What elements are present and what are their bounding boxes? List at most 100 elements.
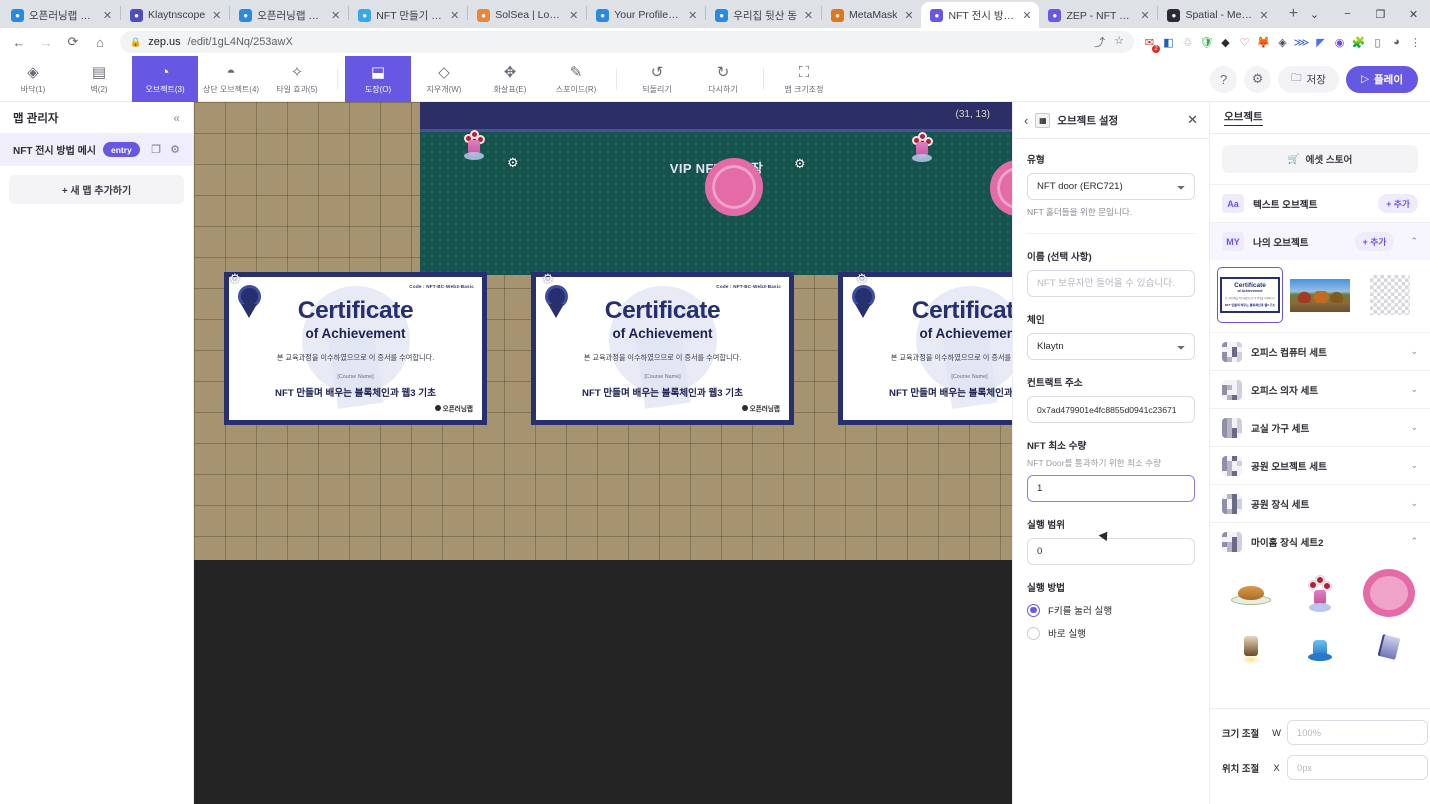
chevron-down-icon[interactable]: ⌄ — [1410, 460, 1418, 471]
asset-store-button[interactable]: 🛒 에셋 스토어 — [1222, 145, 1418, 173]
radio-immediate[interactable] — [1027, 627, 1040, 640]
method-option-fkey[interactable]: F키를 눌러 실행 — [1027, 603, 1195, 617]
tab-search-button[interactable]: ⌄ — [1298, 0, 1331, 28]
tab-close-icon[interactable]: ✕ — [1257, 9, 1270, 22]
chevron-down-icon[interactable]: ⌄ — [1410, 346, 1418, 357]
close-window-button[interactable]: ✕ — [1397, 0, 1430, 28]
recycle-extension-icon[interactable]: ♲ — [1179, 34, 1196, 51]
klaytn-extension-icon[interactable]: ◈ — [1274, 34, 1291, 51]
chevron-double-left-icon[interactable]: « — [173, 111, 180, 125]
tool-eraser[interactable]: ◇ 지우개(W) — [411, 56, 477, 102]
minimize-button[interactable]: − — [1331, 0, 1364, 28]
type-select[interactable]: NFT door (ERC721) — [1027, 173, 1195, 200]
metamask-extension-icon[interactable]: 🦊 — [1255, 34, 1272, 51]
range-input[interactable] — [1027, 538, 1195, 565]
transparent-checker-thumbnail[interactable] — [1357, 267, 1423, 323]
tool-wall-brick[interactable]: ▤ 벽(2) — [66, 56, 132, 102]
tool-stamp[interactable]: ⬓ 도장(O) — [345, 56, 411, 102]
puzzle-extensions-icon[interactable]: 🧩 — [1350, 34, 1367, 51]
tool-object[interactable]: ◔ 오브젝트(3) — [132, 56, 198, 102]
home-button[interactable]: ⌂ — [87, 29, 113, 55]
candle-object[interactable] — [1218, 622, 1283, 672]
tab-close-icon[interactable]: ✕ — [329, 9, 342, 22]
tab-close-icon[interactable]: ✕ — [1138, 9, 1151, 22]
tool-undo[interactable]: ↺ 되돌리기 — [624, 56, 690, 102]
chevron-down-icon[interactable]: ⌄ — [1410, 422, 1418, 433]
tab-close-icon[interactable]: ✕ — [686, 9, 699, 22]
map-canvas[interactable]: VIP NFT 전시장 ⚙ — [194, 102, 1012, 804]
chevron-up-icon[interactable]: ⌃ — [1410, 236, 1418, 247]
close-icon[interactable]: ✕ — [1187, 112, 1198, 128]
tool-tile-effect-sparkle[interactable]: ✧ 타일 효과(5) — [264, 56, 330, 102]
cursor-extension-icon[interactable]: ◤ — [1312, 34, 1329, 51]
chevron-left-icon[interactable]: ‹ — [1024, 113, 1028, 128]
chevron-up-icon[interactable]: ⌃ — [1410, 536, 1418, 547]
text-object-row[interactable]: Aa 텍스트 오브젝트 + 추가 — [1210, 184, 1430, 222]
play-button[interactable]: ▷ 플레이 — [1346, 66, 1418, 93]
browser-tab[interactable]: ● Spatial - Metav ✕ — [1158, 2, 1276, 28]
browser-tab-active[interactable]: ● NFT 전시 방법 (✕ — [921, 2, 1039, 28]
chain-select[interactable]: Klaytn — [1027, 333, 1195, 360]
back-button[interactable]: ← — [6, 29, 32, 55]
object-category-row[interactable]: 오피스 컴퓨터 세트 ⌄ — [1210, 332, 1430, 370]
object-category-row[interactable]: 공원 장식 세트 ⌄ — [1210, 484, 1430, 522]
browser-tab[interactable]: ● NFT 만들기 수5 ✕ — [349, 2, 467, 28]
min-quantity-input[interactable] — [1027, 475, 1195, 502]
object-gear-marker[interactable]: ⚙ — [856, 272, 869, 285]
certificate-object[interactable]: Code : NFT-BC-Web3-BasicCertificateof Ac… — [224, 272, 487, 425]
flower-vase-placed-right[interactable] — [910, 132, 934, 162]
name-input[interactable] — [1027, 270, 1195, 297]
chrome-menu-icon[interactable]: ⋮ — [1407, 34, 1424, 51]
shield-extension-icon[interactable]: 🛡 — [1198, 34, 1215, 51]
password-manager-icon[interactable]: ◧ — [1160, 34, 1177, 51]
forward-button[interactable]: → — [33, 29, 59, 55]
text-object-add-button[interactable]: + 추가 — [1378, 194, 1418, 213]
browser-tab[interactable]: ● 우리집 뒷산 동 ✕ — [706, 2, 821, 28]
landscape-photo-thumbnail[interactable] — [1287, 267, 1353, 323]
profile-avatar-icon[interactable]: ◕ — [1388, 34, 1405, 51]
gear-icon[interactable]: ⚙ — [1244, 66, 1271, 93]
mail-extension-icon[interactable]: ✉ 2 — [1141, 34, 1158, 51]
object-category-row[interactable]: 교실 가구 세트 ⌄ — [1210, 408, 1430, 446]
map-list-item[interactable]: NFT 전시 방법 메시 entry ❐ ⚙ — [0, 133, 193, 166]
object-gear-marker[interactable]: ⚙ — [229, 272, 242, 285]
my-object-row[interactable]: MY 나의 오브젝트 + 추가 ⌃ — [1210, 222, 1430, 260]
share-icon[interactable]: ⤴ — [1094, 34, 1105, 50]
tool-layers[interactable]: ◈ 바닥(1) — [0, 56, 66, 102]
object-gear-marker[interactable]: ⚙ — [794, 157, 807, 170]
certificate-object[interactable]: Code : NFT-BC-Web3-BasicCertificateof Ac… — [531, 272, 794, 425]
smiley-extension-icon[interactable]: ◉ — [1331, 34, 1348, 51]
star-icon[interactable]: ☆ — [1114, 34, 1124, 50]
tool-map-resize[interactable]: ⛶ 맵 크기조정 — [771, 56, 837, 102]
tab-close-icon[interactable]: ✕ — [101, 9, 114, 22]
blue-vase-object[interactable] — [1287, 622, 1352, 672]
tab-close-icon[interactable]: ✕ — [1020, 9, 1033, 22]
object-library-scroll[interactable]: 🛒 에셋 스토어 Aa 텍스트 오브젝트 + 추가 MY 나의 오브젝트 + 추… — [1210, 134, 1430, 708]
book-object[interactable] — [1357, 622, 1422, 672]
copy-icon[interactable]: ❐ — [151, 143, 161, 156]
certificate-object[interactable]: Code : NFT-BC-Web3-BasicCertificateof Ac… — [838, 272, 1012, 425]
stream-extension-icon[interactable]: ⋙ — [1293, 34, 1310, 51]
address-bar[interactable]: 🔒 zep.us/edit/1gL4Nq/253awX ⤴ ☆ — [120, 31, 1134, 53]
tab-close-icon[interactable]: ✕ — [567, 9, 580, 22]
tool-eyedropper[interactable]: ✎ 스포이드(R) — [543, 56, 609, 102]
browser-tab[interactable]: ● Klaytnscope ✕ — [121, 2, 229, 28]
browser-tab[interactable]: ● ZEP - NFT 전시 ✕ — [1039, 2, 1157, 28]
diamond-extension-icon[interactable]: ◆ — [1217, 34, 1234, 51]
object-gear-marker[interactable]: ⚙ — [507, 156, 520, 169]
object-category-row[interactable]: 마이홈 장식 세트2 ⌃ — [1210, 522, 1430, 560]
tab-close-icon[interactable]: ✕ — [210, 9, 223, 22]
save-button[interactable]: 🗀 저장 — [1278, 66, 1339, 93]
pink-rug-left[interactable] — [705, 158, 763, 216]
tool-top-object[interactable]: ◓ 상단 오브젝트(4) — [198, 56, 264, 102]
object-category-row[interactable]: 공원 오브젝트 세트 ⌄ — [1210, 446, 1430, 484]
method-option-immediate[interactable]: 바로 실행 — [1027, 626, 1195, 640]
object-category-row[interactable]: 오피스 의자 세트 ⌄ — [1210, 370, 1430, 408]
tab-close-icon[interactable]: ✕ — [802, 9, 815, 22]
help-circle-icon[interactable]: ? — [1210, 66, 1237, 93]
browser-tab[interactable]: ● 오픈러닝랩 NFT ✕ — [230, 2, 348, 28]
chevron-down-icon[interactable]: ⌄ — [1410, 498, 1418, 509]
tool-arrow-move[interactable]: ✥ 화살표(E) — [477, 56, 543, 102]
browser-tab[interactable]: ● Your Profile | O ✕ — [587, 2, 705, 28]
my-object-add-button[interactable]: + 추가 — [1355, 232, 1395, 251]
